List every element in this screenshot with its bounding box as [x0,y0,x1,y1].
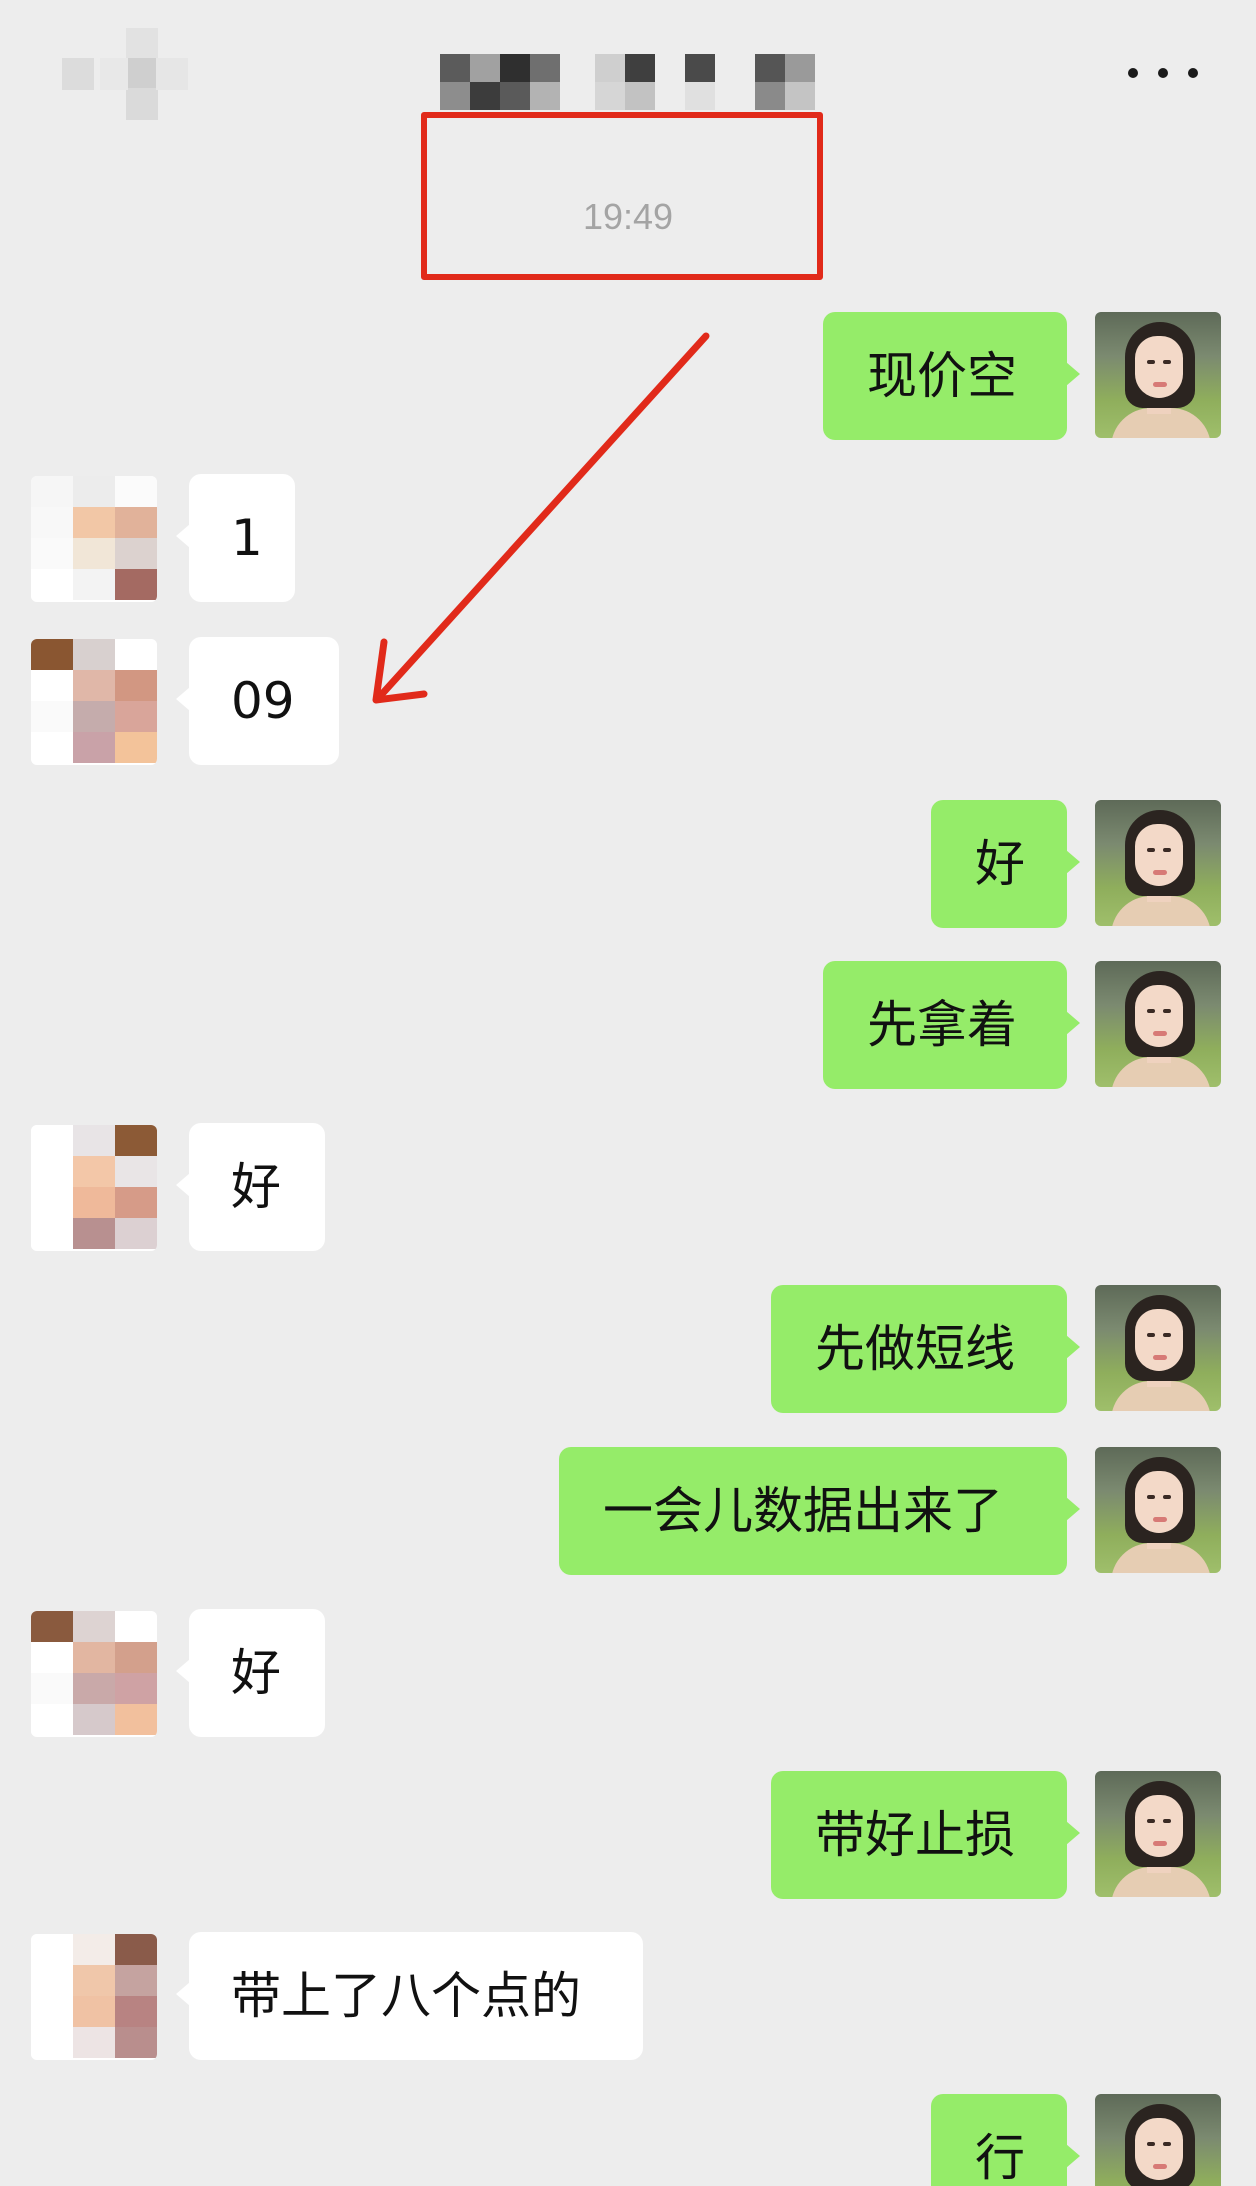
message-outgoing: 带好止损 [0,1771,1256,1901]
chat-title [440,54,850,112]
message-text: 09 [231,672,295,730]
message-text: 行 [975,2129,1025,2186]
self-avatar[interactable] [1095,2094,1221,2186]
message-bubble[interactable]: 先拿着 [823,961,1080,1089]
more-dots-icon[interactable] [1128,60,1198,84]
message-bubble[interactable]: 好 [931,800,1080,928]
message-text: 带好止损 [815,1806,1015,1864]
contact-avatar[interactable] [31,1125,157,1251]
message-bubble[interactable]: 先做短线 [771,1285,1080,1413]
message-outgoing: 现价空 [0,312,1256,442]
message-text: 好 [975,835,1025,893]
self-avatar[interactable] [1095,312,1221,438]
message-bubble[interactable]: 现价空 [823,312,1080,440]
message-text: 带上了八个点的 [231,1967,581,2025]
message-text: 一会儿数据出来了 [603,1482,1003,1540]
message-timestamp: 19:49 [582,196,674,237]
message-text: 好 [231,1644,281,1702]
back-button[interactable] [60,28,220,120]
self-avatar[interactable] [1095,1771,1221,1897]
message-bubble[interactable]: 带上了八个点的 [176,1932,643,2060]
message-incoming: 1 [0,474,1256,604]
message-bubble[interactable]: 09 [176,637,339,765]
contact-avatar[interactable] [31,476,157,602]
message-text: 好 [231,1158,281,1216]
message-incoming: 带上了八个点的 [0,1932,1256,2062]
message-bubble[interactable]: 好 [176,1123,325,1251]
message-bubble[interactable]: 行 [931,2094,1080,2186]
message-incoming: 09 [0,637,1256,767]
contact-avatar[interactable] [31,639,157,765]
message-bubble[interactable]: 带好止损 [771,1771,1080,1899]
message-bubble[interactable]: 一会儿数据出来了 [559,1447,1080,1575]
self-avatar[interactable] [1095,1285,1221,1411]
message-text: 先拿着 [867,996,1017,1054]
message-outgoing: 一会儿数据出来了 [0,1447,1256,1577]
self-avatar[interactable] [1095,800,1221,926]
message-incoming: 好 [0,1123,1256,1253]
message-text: 先做短线 [815,1320,1015,1378]
message-outgoing: 行 [0,2094,1256,2186]
contact-avatar[interactable] [31,1934,157,2060]
message-outgoing: 好 [0,800,1256,930]
self-avatar[interactable] [1095,961,1221,1087]
message-text: 1 [231,509,263,567]
message-incoming: 好 [0,1609,1256,1739]
contact-avatar[interactable] [31,1611,157,1737]
message-bubble[interactable]: 好 [176,1609,325,1737]
message-outgoing: 先拿着 [0,961,1256,1091]
message-bubble[interactable]: 1 [176,474,295,602]
self-avatar[interactable] [1095,1447,1221,1573]
message-outgoing: 先做短线 [0,1285,1256,1415]
chat-screen: 19:49 现价空 1 09 好先拿着好先做短线 一会儿数据出来了好带好止损 带上了八个点… [0,0,1256,2186]
message-text: 现价空 [867,347,1017,405]
